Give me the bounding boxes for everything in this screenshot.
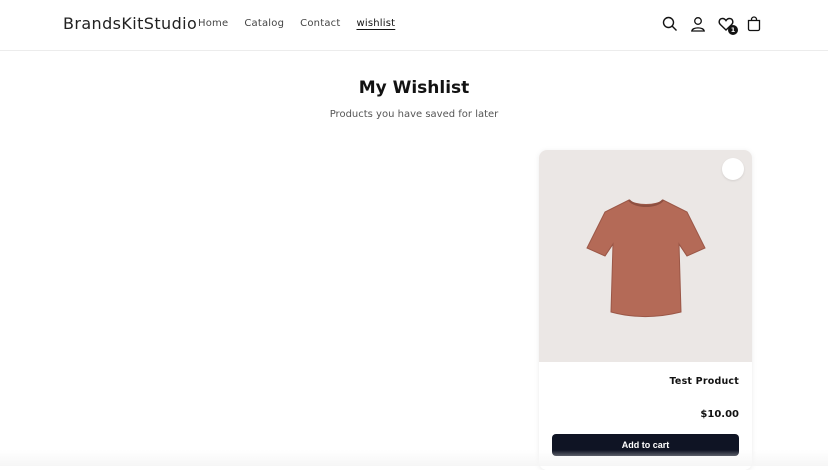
cart-icon[interactable] (744, 14, 764, 34)
wishlist-icon[interactable]: 1 (716, 14, 738, 35)
search-icon[interactable] (660, 14, 680, 34)
nav-contact[interactable]: Contact (300, 18, 340, 29)
page-subtitle: Products you have saved for later (329, 109, 499, 120)
store-logo[interactable]: BrandsKitStudio (63, 14, 197, 33)
wishlist-toggle-button[interactable] (722, 158, 744, 180)
product-title[interactable]: Test Product (670, 376, 739, 387)
product-card[interactable]: Test Product $10.00 Add to cart (539, 150, 752, 470)
header-icons: 1 (660, 14, 764, 36)
nav-wishlist[interactable]: wishlist (356, 18, 395, 29)
product-price: $10.00 (700, 409, 739, 420)
page-title: My Wishlist (358, 78, 470, 98)
bottom-fade (0, 450, 828, 466)
nav-home[interactable]: Home (198, 18, 228, 29)
nav-catalog[interactable]: Catalog (244, 18, 284, 29)
main-nav: Home Catalog Contact wishlist (198, 18, 411, 29)
tshirt-icon (586, 199, 706, 317)
wishlist-count-badge: 1 (728, 25, 738, 35)
product-image[interactable] (539, 150, 752, 362)
site-header: BrandsKitStudio Home Catalog Contact wis… (0, 0, 828, 51)
account-icon[interactable] (688, 14, 708, 34)
